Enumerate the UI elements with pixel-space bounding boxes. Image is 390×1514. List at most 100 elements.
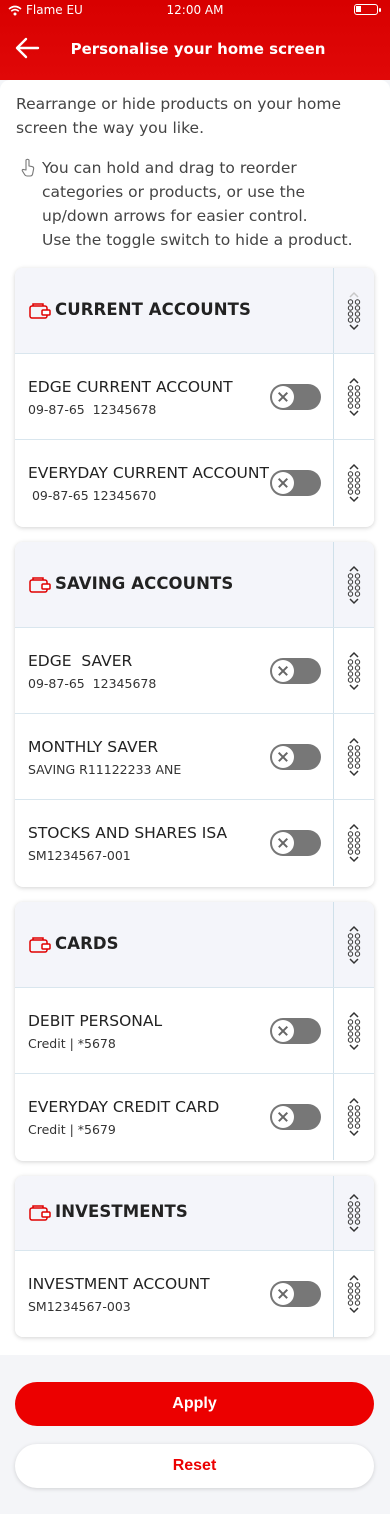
chevron-down-icon[interactable] bbox=[348, 957, 360, 965]
chevron-up-icon[interactable] bbox=[348, 1011, 360, 1019]
close-icon bbox=[272, 472, 294, 494]
product-name: EVERYDAY CREDIT CARD bbox=[28, 1098, 220, 1116]
chevron-up-icon[interactable] bbox=[348, 1097, 360, 1105]
chevron-down-icon[interactable] bbox=[348, 409, 360, 417]
product-name: DEBIT PERSONAL bbox=[28, 1012, 163, 1030]
list-item[interactable]: EDGE CURRENT ACCOUNT 09-87-65 12345678 bbox=[15, 354, 374, 440]
group-title: INVESTMENTS bbox=[55, 1202, 188, 1221]
drag-dots-icon[interactable] bbox=[347, 658, 361, 683]
reorder-handle[interactable] bbox=[333, 1074, 374, 1160]
group-current-accounts[interactable]: CURRENT ACCOUNTS EDGE CURRENT ACCOUNT 09… bbox=[15, 268, 374, 527]
group-cards[interactable]: CARDS DEBIT PERSONAL Credit | *5678 EVER… bbox=[15, 902, 374, 1161]
chevron-down-icon[interactable] bbox=[348, 597, 360, 605]
chevron-up-icon[interactable] bbox=[348, 651, 360, 659]
product-detail: 09-87-65 12345670 bbox=[28, 488, 157, 503]
product-detail: Credit | *5678 bbox=[28, 1036, 116, 1051]
visibility-toggle[interactable] bbox=[270, 658, 321, 684]
visibility-toggle[interactable] bbox=[270, 744, 321, 770]
product-detail: Credit | *5679 bbox=[28, 1122, 116, 1137]
visibility-toggle[interactable] bbox=[270, 470, 321, 496]
page-title: Personalise your home screen bbox=[70, 40, 326, 58]
reorder-handle[interactable] bbox=[333, 440, 374, 526]
reorder-handle[interactable] bbox=[333, 1176, 374, 1250]
product-detail: SM1234567-001 bbox=[28, 848, 131, 863]
reorder-handle[interactable] bbox=[333, 1251, 374, 1337]
chevron-down-icon[interactable] bbox=[348, 1225, 360, 1233]
drag-dots-icon[interactable] bbox=[347, 831, 361, 855]
group-investments[interactable]: INVESTMENTS INVESTMENT ACCOUNT SM1234567… bbox=[15, 1176, 374, 1337]
close-icon bbox=[272, 1283, 294, 1305]
chevron-down-icon[interactable] bbox=[348, 683, 360, 691]
visibility-toggle[interactable] bbox=[270, 1018, 321, 1044]
group-header: CURRENT ACCOUNTS bbox=[15, 268, 374, 354]
reorder-handle[interactable] bbox=[333, 988, 374, 1073]
chevron-up-icon[interactable] bbox=[348, 565, 360, 573]
chevron-up-icon[interactable] bbox=[348, 377, 360, 385]
reorder-handle[interactable] bbox=[333, 268, 374, 353]
chevron-up-icon[interactable] bbox=[348, 1193, 360, 1201]
group-title: CURRENT ACCOUNTS bbox=[55, 300, 251, 319]
list-item[interactable]: INVESTMENT ACCOUNT SM1234567-003 bbox=[15, 1251, 374, 1337]
reorder-handle[interactable] bbox=[333, 354, 374, 439]
close-icon bbox=[272, 660, 294, 682]
list-item[interactable]: MONTHLY SAVER SAVING R11122233 ANE bbox=[15, 714, 374, 800]
chevron-down-icon[interactable] bbox=[348, 1129, 360, 1137]
close-icon bbox=[272, 746, 294, 768]
drag-dots-icon[interactable] bbox=[347, 1105, 361, 1129]
visibility-toggle[interactable] bbox=[270, 1281, 321, 1307]
chevron-down-icon[interactable] bbox=[348, 1306, 360, 1314]
visibility-toggle[interactable] bbox=[270, 384, 321, 410]
chevron-up-icon[interactable] bbox=[348, 737, 360, 745]
group-header: CARDS bbox=[15, 902, 374, 988]
app-header: Flame EU 12:00 AM Personalise your home … bbox=[0, 0, 390, 80]
close-icon bbox=[272, 1020, 294, 1042]
reorder-handle[interactable] bbox=[333, 542, 374, 627]
hint-line-2: Use the toggle switch to hide a product. bbox=[42, 231, 353, 249]
hint-line-1: You can hold and drag to reorder categor… bbox=[42, 159, 308, 225]
reorder-handle[interactable] bbox=[333, 714, 374, 799]
drag-dots-icon[interactable] bbox=[347, 1282, 361, 1306]
chevron-up-icon[interactable] bbox=[348, 463, 360, 471]
drag-dots-icon[interactable] bbox=[347, 298, 361, 323]
status-bar: Flame EU 12:00 AM bbox=[0, 0, 390, 20]
reorder-handle[interactable] bbox=[333, 628, 374, 713]
product-name: MONTHLY SAVER bbox=[28, 738, 159, 756]
drag-dots-icon[interactable] bbox=[347, 1018, 361, 1043]
chevron-up-icon[interactable] bbox=[348, 823, 360, 831]
close-icon bbox=[272, 832, 294, 854]
product-name: EDGE CURRENT ACCOUNT bbox=[28, 378, 233, 396]
apply-button[interactable]: Apply bbox=[15, 1382, 374, 1426]
hand-touch-icon bbox=[21, 158, 35, 177]
chevron-up-icon[interactable] bbox=[348, 1274, 360, 1282]
wallet-icon bbox=[29, 937, 51, 953]
drag-dots-icon[interactable] bbox=[347, 384, 361, 409]
hint-block: You can hold and drag to reorder categor… bbox=[16, 156, 376, 252]
list-item[interactable]: STOCKS AND SHARES ISA SM1234567-001 bbox=[15, 800, 374, 886]
group-saving-accounts[interactable]: SAVING ACCOUNTS EDGE SAVER 09-87-65 1234… bbox=[15, 542, 374, 887]
reset-button[interactable]: Reset bbox=[15, 1444, 374, 1488]
visibility-toggle[interactable] bbox=[270, 830, 321, 856]
list-item[interactable]: EVERYDAY CREDIT CARD Credit | *5679 bbox=[15, 1074, 374, 1160]
chevron-up-icon[interactable] bbox=[348, 925, 360, 933]
chevron-down-icon[interactable] bbox=[348, 323, 360, 331]
drag-dots-icon[interactable] bbox=[347, 744, 361, 769]
chevron-up-icon[interactable] bbox=[348, 291, 360, 299]
list-item[interactable]: EDGE SAVER 09-87-65 12345678 bbox=[15, 628, 374, 714]
visibility-toggle[interactable] bbox=[270, 1104, 321, 1130]
drag-dots-icon[interactable] bbox=[347, 932, 361, 957]
drag-dots-icon[interactable] bbox=[347, 471, 361, 495]
product-detail: SAVING R11122233 ANE bbox=[28, 762, 182, 777]
chevron-down-icon[interactable] bbox=[348, 1043, 360, 1051]
drag-dots-icon[interactable] bbox=[347, 1201, 361, 1225]
list-item[interactable]: EVERYDAY CURRENT ACCOUNT 09-87-65 123456… bbox=[15, 440, 374, 526]
wallet-icon bbox=[29, 1205, 51, 1221]
group-title: SAVING ACCOUNTS bbox=[55, 574, 234, 593]
list-item[interactable]: DEBIT PERSONAL Credit | *5678 bbox=[15, 988, 374, 1074]
chevron-down-icon[interactable] bbox=[348, 855, 360, 863]
chevron-down-icon[interactable] bbox=[348, 769, 360, 777]
reorder-handle[interactable] bbox=[333, 800, 374, 886]
chevron-down-icon[interactable] bbox=[348, 495, 360, 503]
product-name: STOCKS AND SHARES ISA bbox=[28, 824, 228, 842]
reorder-handle[interactable] bbox=[333, 902, 374, 987]
drag-dots-icon[interactable] bbox=[347, 572, 361, 597]
